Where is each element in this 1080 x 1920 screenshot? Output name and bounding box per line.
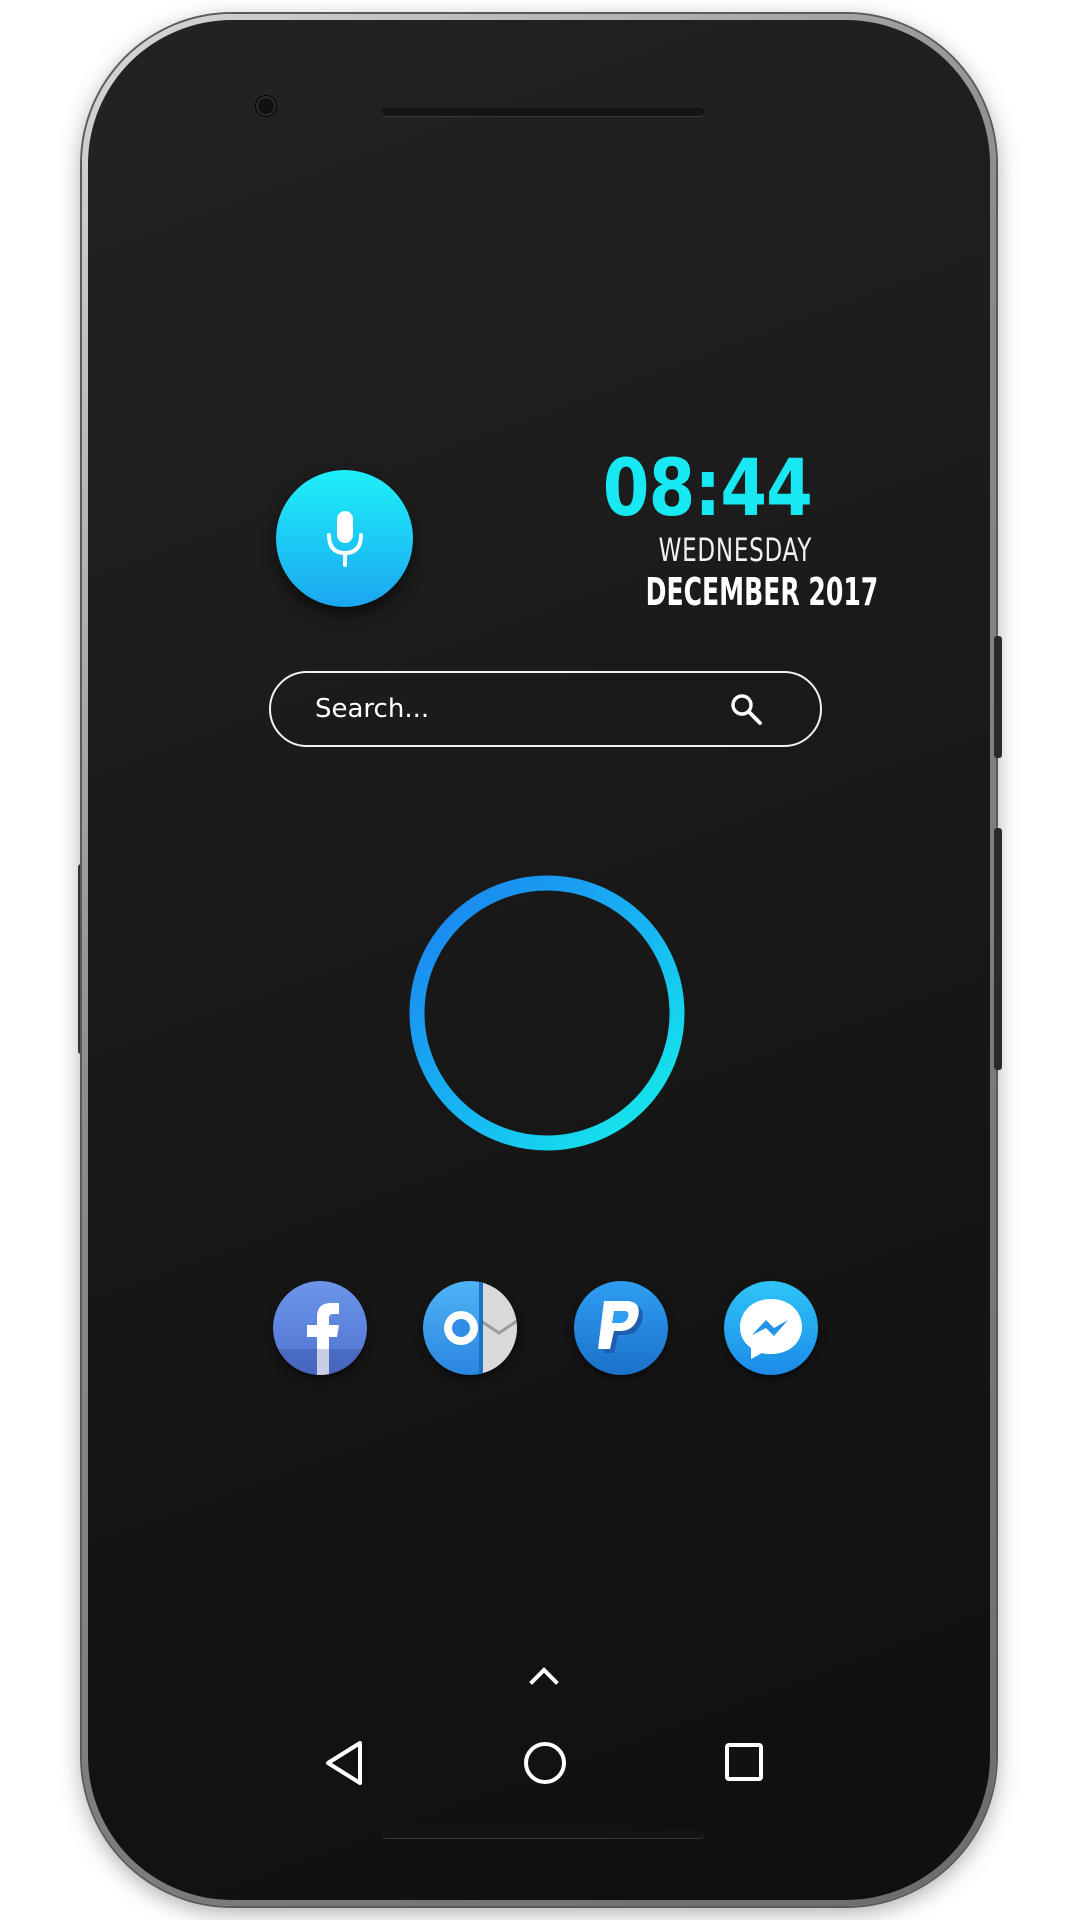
- front-camera: [256, 96, 276, 116]
- clock-widget[interactable]: 08:44 WEDNESDAY DECEMBER 2017: [560, 444, 879, 614]
- top-speaker: [382, 108, 704, 117]
- outlook-app-icon[interactable]: [423, 1281, 517, 1375]
- recent-square-icon[interactable]: [717, 1735, 773, 1791]
- clock-date: DECEMBER 2017: [645, 570, 879, 614]
- messenger-icon: [740, 1299, 802, 1359]
- clock-day: WEDNESDAY: [658, 531, 812, 569]
- search-bar[interactable]: Search...: [269, 671, 822, 747]
- facebook-icon: [273, 1303, 367, 1375]
- paypal-icon: [598, 1301, 643, 1353]
- microphone-icon: [326, 510, 363, 567]
- facebook-app-icon[interactable]: [273, 1281, 367, 1375]
- search-placeholder: Search...: [315, 694, 430, 724]
- outlook-icon: [444, 1281, 517, 1375]
- search-icon[interactable]: [728, 691, 764, 727]
- clock-time: 08:44: [602, 444, 813, 534]
- volume-button: [994, 828, 1002, 1070]
- voice-search-button[interactable]: [276, 470, 413, 607]
- paypal-app-icon[interactable]: [574, 1281, 668, 1375]
- ring-widget[interactable]: [408, 874, 686, 1152]
- back-triangle-icon[interactable]: [318, 1735, 374, 1791]
- screenshot: 08:44 WEDNESDAY DECEMBER 2017 Search...: [0, 0, 1080, 1920]
- chevron-up-icon[interactable]: [528, 1664, 560, 1686]
- home-circle-icon[interactable]: [517, 1735, 573, 1791]
- messenger-app-icon[interactable]: [724, 1281, 818, 1375]
- bottom-speaker: [382, 1830, 704, 1839]
- power-button: [994, 636, 1002, 758]
